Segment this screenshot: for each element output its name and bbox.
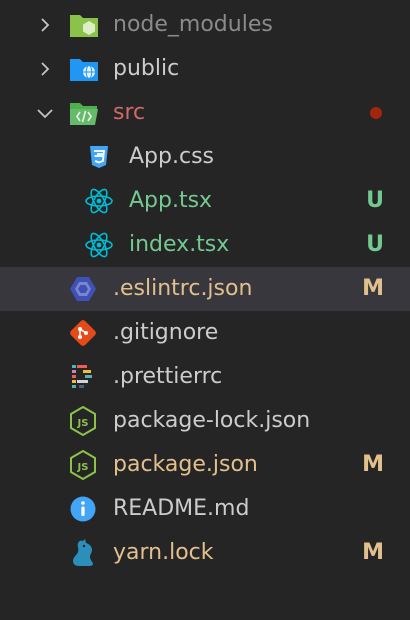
tree-item-app-css[interactable]: App.css [0,135,410,179]
git-icon [68,318,98,348]
file-explorer-tree: node_modules public src App.css App.tsx … [0,0,410,620]
tree-item-label: README.md [113,496,250,521]
node-folder-icon [69,10,99,40]
info-icon [68,494,98,524]
tree-item-app-tsx[interactable]: App.tsx U [0,179,410,223]
problems-dot-icon [370,107,382,119]
globe-folder-icon [69,54,99,84]
svg-text:JS: JS [77,462,89,473]
tree-item-label: public [113,56,180,81]
src-folder-open-icon [69,98,99,128]
tree-item-label: App.tsx [129,188,213,213]
tree-item-node-modules[interactable]: node_modules [0,3,410,47]
git-status-badge: M [362,452,384,477]
chevron-right-icon[interactable] [34,58,56,80]
nodejs-icon: JS [68,406,98,436]
tree-item-label: .prettierrc [113,364,223,389]
tree-item-label: App.css [129,144,214,169]
tree-item-public[interactable]: public [0,47,410,91]
tree-item-label: .gitignore [113,320,219,345]
tree-item-label: package-lock.json [113,408,311,433]
git-status-badge: M [362,540,384,565]
tree-item-package-json[interactable]: JS package.json M [0,443,410,487]
prettier-icon [68,362,98,392]
tree-item-readme[interactable]: README.md [0,487,410,531]
react-icon [84,230,114,260]
git-status-badge: M [362,276,384,301]
chevron-right-icon[interactable] [34,14,56,36]
tree-item-src[interactable]: src [0,91,410,135]
tree-item-label: .eslintrc.json [113,276,253,301]
tree-item-index-tsx[interactable]: index.tsx U [0,223,410,267]
chevron-down-icon[interactable] [34,102,56,124]
tree-item-label: src [113,100,146,125]
eslint-icon [68,274,98,304]
tree-item-label: yarn.lock [113,540,214,565]
tree-item-eslintrc[interactable]: .eslintrc.json M [0,267,410,311]
yarn-icon [68,538,98,568]
svg-text:JS: JS [77,418,89,429]
tree-item-yarn-lock[interactable]: yarn.lock M [0,531,410,575]
react-icon [84,186,114,216]
git-status-badge: U [366,232,384,257]
tree-item-prettierrc[interactable]: .prettierrc [0,355,410,399]
tree-item-label: node_modules [113,12,273,37]
git-status-badge: U [366,188,384,213]
nodejs-icon: JS [68,450,98,480]
tree-item-label: package.json [113,452,258,477]
tree-item-label: index.tsx [129,232,230,257]
css3-icon [84,142,114,172]
tree-item-package-lock[interactable]: JS package-lock.json [0,399,410,443]
tree-item-gitignore[interactable]: .gitignore [0,311,410,355]
